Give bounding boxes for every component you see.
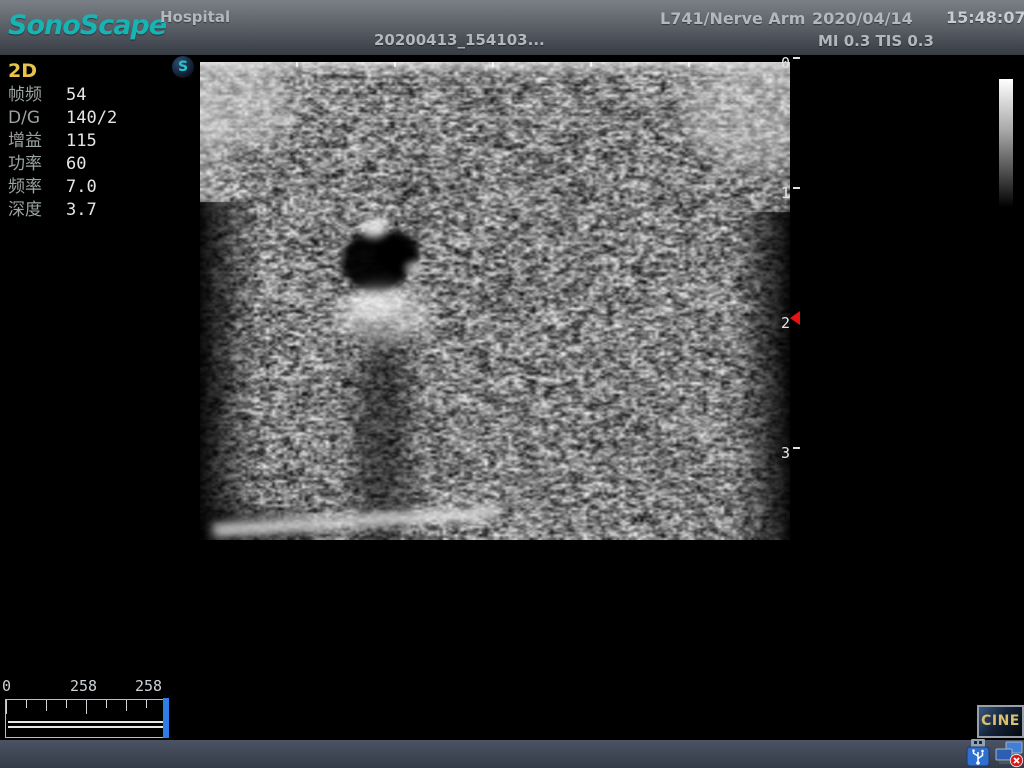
depth-label: 1 — [776, 184, 790, 202]
mi-tis-values: MI 0.3 TIS 0.3 — [818, 32, 934, 50]
param-row: 功率60 — [8, 153, 117, 176]
param-label: 功率 — [8, 153, 66, 176]
network-disconnected-icon — [994, 741, 1024, 768]
cine-frame-label: 258 — [135, 677, 162, 695]
probe-orientation-marker: S — [172, 56, 194, 78]
depth-tick — [793, 57, 800, 59]
param-value: 60 — [66, 154, 86, 174]
param-label: 频率 — [8, 176, 66, 199]
param-value: 140/2 — [66, 108, 117, 128]
cine-button[interactable]: CINE — [977, 705, 1024, 738]
cine-position-indicator[interactable] — [163, 698, 169, 738]
ultrasound-image — [200, 62, 790, 540]
cine-track-line — [8, 721, 164, 723]
cine-button-label: CINE — [981, 713, 1020, 729]
cine-track-line — [8, 726, 164, 728]
focus-marker — [790, 311, 800, 325]
header-bar: SonoScape Hospital L741/Nerve Arm 2020/0… — [0, 0, 1024, 55]
cine-ruler-tick — [6, 700, 7, 714]
depth-tick — [793, 447, 800, 449]
grayscale-bar — [999, 79, 1013, 207]
param-value: 54 — [66, 85, 86, 105]
param-row: 频率7.0 — [8, 176, 117, 199]
cine-ruler-tick — [26, 700, 27, 708]
parameter-panel: 2D 帧频54D/G140/2增益115功率60频率7.0深度3.7 — [8, 60, 117, 222]
bottom-status-bar — [0, 740, 1024, 768]
param-row: 深度3.7 — [8, 199, 117, 222]
param-row: D/G140/2 — [8, 107, 117, 130]
param-value: 115 — [66, 131, 97, 151]
depth-label: 0 — [776, 54, 790, 72]
cine-ruler-tick — [66, 700, 67, 708]
param-label: 增益 — [8, 130, 66, 153]
sonoscape-logo: SonoScape — [8, 10, 166, 41]
param-label: D/G — [8, 107, 66, 130]
cine-ruler-tick — [126, 700, 127, 711]
cine-ruler-tick — [106, 700, 107, 708]
cine-ruler-tick — [46, 700, 47, 711]
usb-icon — [963, 737, 993, 767]
cine-ruler-tick — [146, 700, 147, 708]
cine-ruler[interactable] — [5, 699, 168, 738]
ultrasound-screen: SonoScape Hospital L741/Nerve Arm 2020/0… — [0, 0, 1024, 768]
probe-preset: L741/Nerve Arm — [660, 9, 805, 28]
mode-label: 2D — [8, 60, 117, 84]
param-row: 增益115 — [8, 130, 117, 153]
probe-marker-letter: S — [178, 59, 188, 75]
exam-date: 2020/04/14 — [812, 9, 913, 28]
param-label: 帧频 — [8, 84, 66, 107]
depth-label: 2 — [776, 314, 790, 332]
depth-tick — [793, 187, 800, 189]
depth-label: 3 — [776, 444, 790, 462]
cine-frame-label: 258 — [70, 677, 97, 695]
hospital-name: Hospital — [160, 8, 230, 26]
param-label: 深度 — [8, 199, 66, 222]
clock: 15:48:07 — [946, 8, 1024, 27]
cine-frame-label: 0 — [2, 677, 11, 695]
param-row: 帧频54 — [8, 84, 117, 107]
exam-id: 20200413_154103... — [374, 31, 545, 49]
param-value: 7.0 — [66, 177, 97, 197]
param-value: 3.7 — [66, 200, 97, 220]
cine-ruler-tick — [86, 700, 87, 714]
